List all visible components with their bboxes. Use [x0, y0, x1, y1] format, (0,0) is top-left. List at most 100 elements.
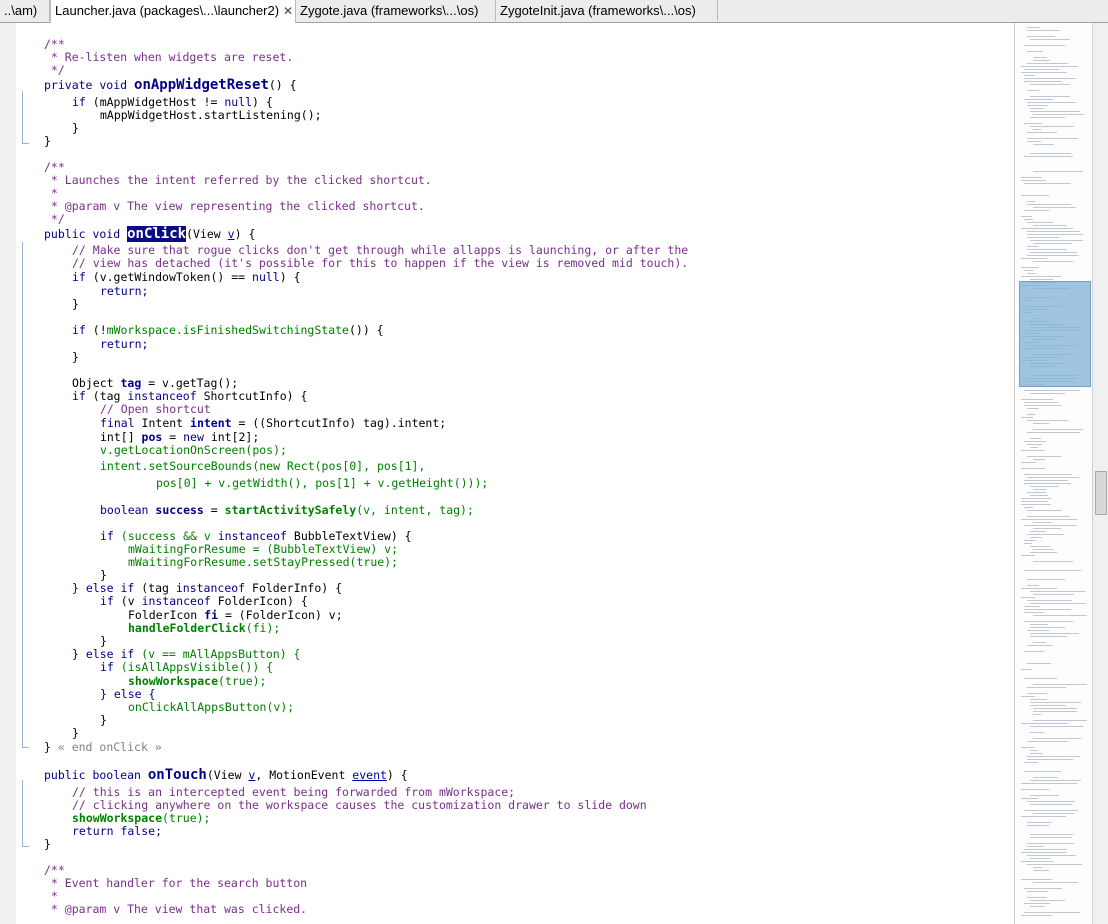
- minimap-line: [1024, 45, 1065, 46]
- code-line: if (v.getWindowToken() == null) {: [72, 270, 301, 284]
- minimap-line: [1024, 270, 1033, 271]
- minimap-line: [1030, 804, 1072, 805]
- minimap-line: [1024, 183, 1071, 184]
- fold-bracket[interactable]: [22, 780, 29, 847]
- fold-bracket[interactable]: [22, 242, 29, 748]
- code-token: Intent: [134, 416, 191, 430]
- minimap-line: [1033, 423, 1049, 424]
- tab-zygote-java[interactable]: Zygote.java (frameworks\...\os): [296, 0, 496, 21]
- method-call: showWorkspace: [128, 674, 219, 688]
- minimap-line: [1024, 849, 1067, 850]
- minimap-line: [1024, 810, 1078, 811]
- minimap-line: [1027, 36, 1055, 37]
- minimap-line: [1030, 906, 1045, 907]
- fold-bracket[interactable]: [22, 91, 29, 144]
- minimap-line: [1027, 492, 1046, 493]
- minimap-line: [1027, 444, 1042, 445]
- code-minimap[interactable]: [1014, 23, 1093, 924]
- minimap-line: [1021, 798, 1038, 799]
- selected-method-name[interactable]: onClick: [127, 226, 187, 242]
- code-line: * Re-listen when widgets are reset.: [44, 50, 294, 64]
- tab-launcher-java[interactable]: Launcher.java (packages\...\launcher2) ✕: [50, 0, 296, 23]
- code-line: * Event handler for the search button: [44, 876, 308, 890]
- minimap-line: [1021, 195, 1049, 196]
- minimap-line: [1021, 504, 1051, 505]
- keyword: private void: [44, 78, 135, 92]
- method-call: showWorkspace: [72, 811, 163, 825]
- code-token: =: [203, 503, 225, 517]
- minimap-line: [1030, 552, 1057, 553]
- minimap-line: [1027, 825, 1049, 826]
- minimap-line: [1027, 759, 1073, 760]
- minimap-line: [1033, 114, 1084, 115]
- fold-margin[interactable]: [16, 23, 36, 924]
- minimap-line: [1030, 279, 1053, 280]
- minimap-line: [1024, 678, 1057, 679]
- code-token: int[]: [100, 430, 142, 444]
- minimap-line: [1033, 459, 1045, 460]
- minimap-line: [1033, 711, 1077, 712]
- code-token: = ((ShortcutInfo) tag).intent;: [231, 416, 447, 430]
- minimap-line: [1021, 72, 1067, 73]
- minimap-line: [1027, 756, 1080, 757]
- minimap-line: [1030, 699, 1047, 700]
- minimap-line: [1024, 480, 1068, 481]
- code-token: (v == mAllAppsButton) {: [134, 647, 301, 661]
- minimap-line: [1027, 222, 1053, 223]
- minimap-line: [1024, 762, 1038, 763]
- minimap-line: [1027, 846, 1044, 847]
- keyword: } else if: [72, 581, 135, 595]
- minimap-line: [1027, 237, 1059, 238]
- tab-label: ZygoteInit.java (frameworks\...\os): [500, 3, 696, 18]
- minimap-line: [1027, 201, 1035, 202]
- scrollbar-thumb[interactable]: [1095, 471, 1107, 515]
- method-name: onTouch: [147, 767, 207, 783]
- keyword: instanceof: [141, 594, 211, 608]
- close-icon[interactable]: ✕: [283, 4, 293, 18]
- variable: intent: [190, 416, 232, 430]
- minimap-line: [1030, 795, 1059, 796]
- minimap-viewport[interactable]: [1019, 281, 1091, 387]
- minimap-line: [1030, 126, 1074, 127]
- minimap-line: [1033, 738, 1081, 739]
- minimap-line: [1030, 726, 1083, 727]
- minimap-line: [1024, 609, 1071, 610]
- tab-bar: ..\am) Launcher.java (packages\...\launc…: [0, 0, 1108, 23]
- code-token: FolderIcon) {: [210, 594, 308, 608]
- minimap-line: [1030, 753, 1043, 754]
- minimap-line: [1027, 273, 1036, 274]
- tab-am[interactable]: ..\am): [0, 0, 50, 21]
- minimap-line: [1021, 696, 1035, 697]
- minimap-line: [1027, 864, 1082, 865]
- minimap-line: [1027, 234, 1083, 235]
- minimap-line: [1027, 63, 1068, 64]
- minimap-line: [1027, 510, 1062, 511]
- minimap-line: [1027, 645, 1053, 646]
- minimap-line: [1024, 543, 1032, 544]
- minimap-line: [1024, 525, 1077, 526]
- code-line: mAppWidgetHost.startListening();: [100, 108, 322, 122]
- code-token: ()) {: [348, 323, 384, 337]
- field-call: mWorkspace.isFinishedSwitchingState: [106, 323, 349, 337]
- minimap-line: [1021, 216, 1032, 217]
- minimap-line: [1033, 813, 1074, 814]
- code-line: return;: [100, 284, 149, 298]
- minimap-line: [1027, 132, 1057, 133]
- minimap-line: [1024, 903, 1050, 904]
- code-line: if (!mWorkspace.isFinishedSwitchingState…: [72, 323, 384, 337]
- code-token: (v, intent, tag);: [356, 503, 474, 517]
- tab-zygoteinit-java[interactable]: ZygoteInit.java (frameworks\...\os): [496, 0, 718, 21]
- line-gutter[interactable]: [0, 23, 17, 924]
- code-line: } « end onClick »: [44, 740, 162, 754]
- minimap-line: [1027, 414, 1035, 415]
- keyword: if: [100, 660, 114, 674]
- minimap-line: [1027, 408, 1039, 409]
- code-token: , MotionEvent: [255, 768, 353, 782]
- vertical-scrollbar[interactable]: [1092, 23, 1108, 924]
- minimap-line: [1030, 702, 1081, 703]
- code-token: (true);: [162, 811, 211, 825]
- code-line: }: [100, 713, 107, 727]
- code-editor[interactable]: /** * Re-listen when widgets are reset. …: [36, 23, 1012, 924]
- minimap-line: [1021, 228, 1073, 229]
- minimap-line: [1030, 240, 1083, 241]
